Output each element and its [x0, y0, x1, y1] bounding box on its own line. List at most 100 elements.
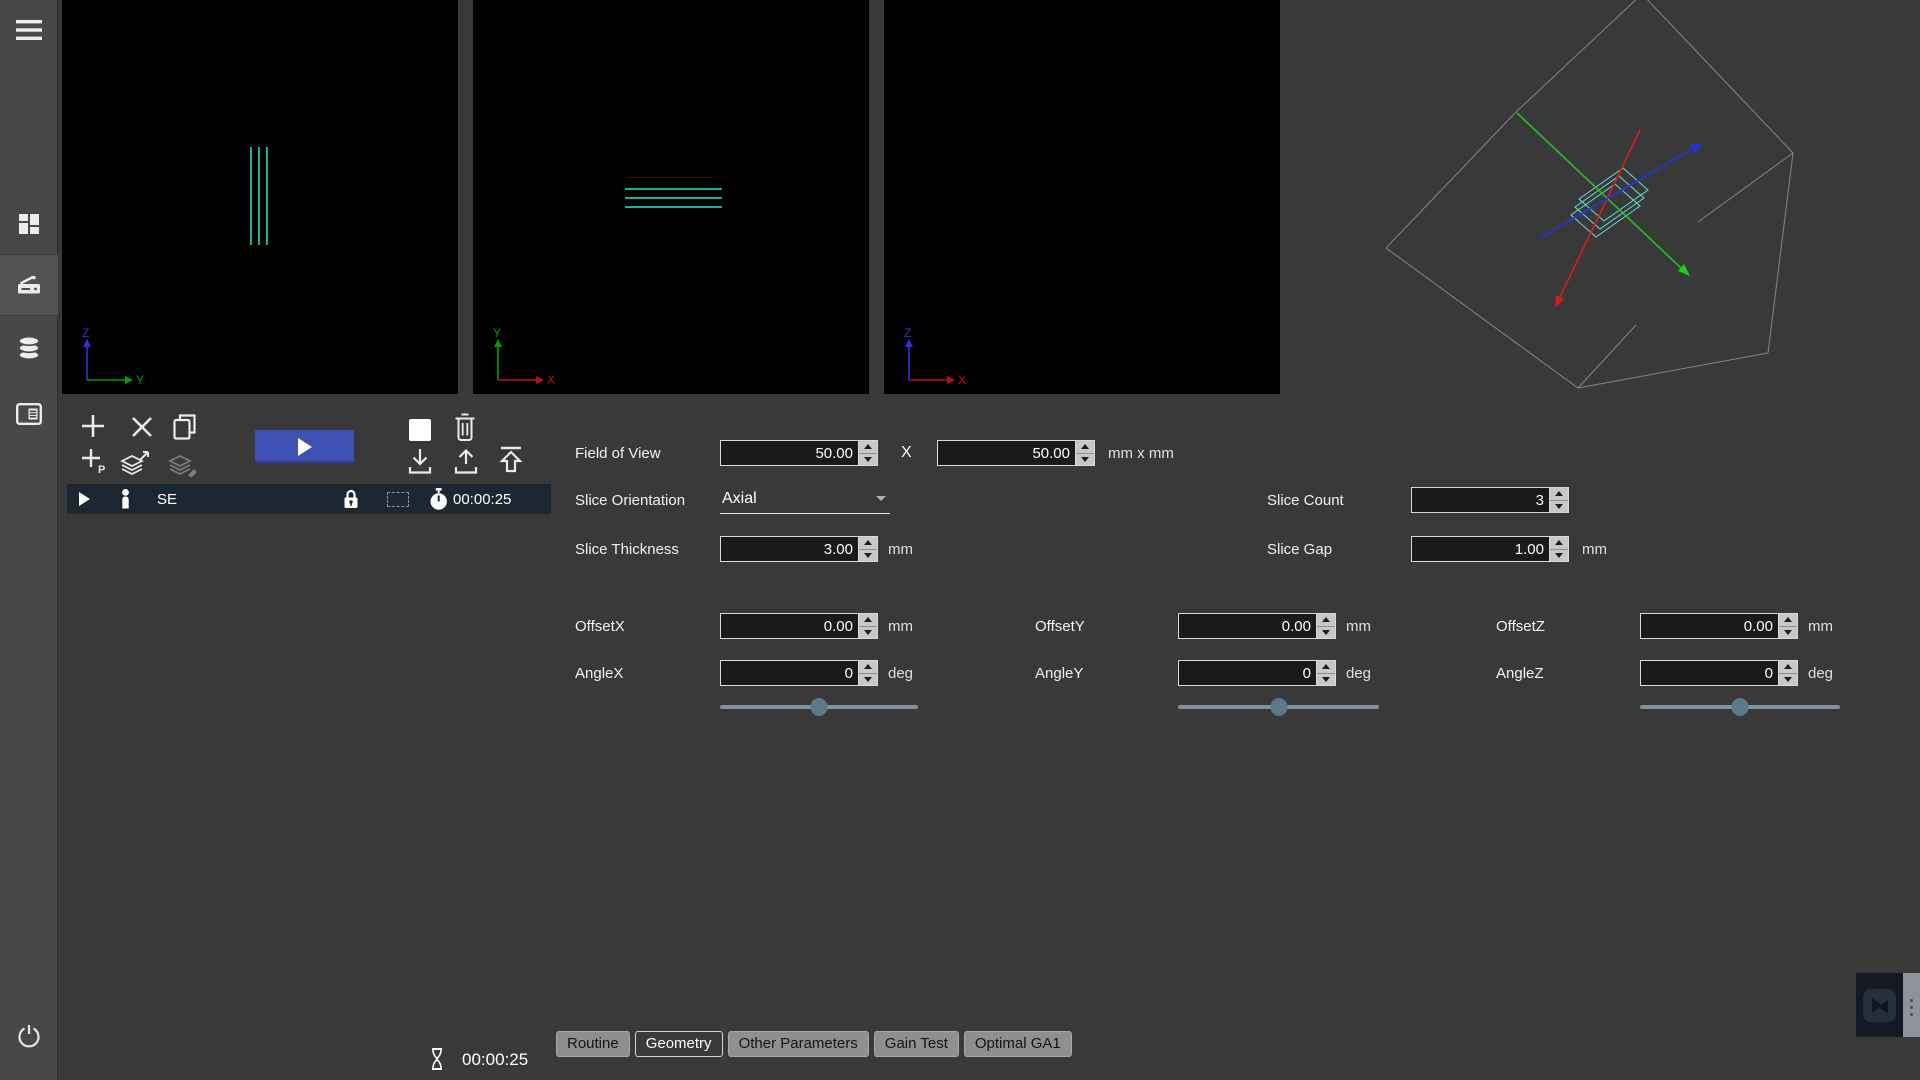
- power-button[interactable]: [0, 1008, 58, 1064]
- hamburger-menu-icon: [16, 19, 42, 41]
- slice-count-input[interactable]: [1411, 487, 1549, 513]
- viewport-coronal[interactable]: Y X: [473, 0, 869, 394]
- slice-line: [625, 206, 722, 208]
- slice-gap-label: Slice Gap: [1267, 541, 1332, 558]
- delete-button[interactable]: [452, 412, 478, 447]
- sidebar-item-exam-card[interactable]: [0, 386, 58, 442]
- slice-thickness-input[interactable]: [720, 536, 858, 562]
- slice-gap-field: [1411, 536, 1569, 562]
- angle-z-input[interactable]: [1640, 660, 1778, 686]
- upload-all-button[interactable]: [494, 444, 528, 482]
- export-layers-button[interactable]: [118, 449, 151, 482]
- tab-optimal-ga1[interactable]: Optimal GA1: [964, 1031, 1072, 1057]
- angle-y-unit: deg: [1346, 665, 1371, 682]
- tab-other-parameters[interactable]: Other Parameters: [728, 1031, 869, 1057]
- spin-down-button[interactable]: [1076, 453, 1094, 466]
- spin-down-button[interactable]: [859, 626, 877, 639]
- slice-gap-input[interactable]: [1411, 536, 1549, 562]
- fov-height-input[interactable]: [937, 440, 1075, 466]
- slider-thumb[interactable]: [1270, 698, 1287, 716]
- offset-x-input[interactable]: [720, 613, 858, 639]
- view-3d[interactable]: [1286, 0, 1920, 470]
- selection-region-toggle[interactable]: [387, 492, 409, 507]
- play-icon: [298, 438, 312, 456]
- spin-up-button[interactable]: [859, 614, 877, 626]
- layers-edit-disabled-icon: [166, 449, 199, 477]
- wireframe-cube: [1386, 0, 1793, 388]
- sidebar-item-scanner[interactable]: [0, 254, 58, 316]
- chevron-down-icon: [1555, 553, 1563, 558]
- copy-button[interactable]: [172, 413, 198, 446]
- angle-y-slider[interactable]: [1178, 698, 1379, 716]
- upload-button[interactable]: [453, 447, 479, 481]
- sequence-name: SE: [157, 491, 177, 508]
- menu-button[interactable]: [0, 10, 58, 50]
- offset-x-label: OffsetX: [575, 618, 625, 635]
- sequence-row[interactable]: SE 00:00:25: [67, 484, 551, 514]
- offset-z-input[interactable]: [1640, 613, 1778, 639]
- viewport-axial[interactable]: Z X: [884, 0, 1280, 394]
- spin-up-button[interactable]: [1317, 661, 1335, 673]
- spin-down-button[interactable]: [1550, 500, 1568, 513]
- remove-button[interactable]: [130, 415, 154, 444]
- slice-orientation-select[interactable]: Axial: [720, 486, 890, 514]
- spin-up-button[interactable]: [1550, 537, 1568, 549]
- scanner-icon: [17, 274, 41, 296]
- dropdown-caret-icon: [876, 496, 886, 501]
- lock-icon[interactable]: [342, 488, 360, 510]
- spin-up-button[interactable]: [859, 537, 877, 549]
- download-button[interactable]: [407, 447, 433, 481]
- overlay-logo-button[interactable]: [1863, 989, 1896, 1022]
- spin-up-button[interactable]: [1779, 614, 1797, 626]
- angle-z-slider[interactable]: [1640, 698, 1840, 716]
- sidebar-item-database[interactable]: [0, 320, 58, 376]
- spin-up-button[interactable]: [859, 441, 877, 453]
- fov-line: [627, 177, 713, 178]
- slice-thickness-spinner: [858, 536, 878, 562]
- seq-play-icon[interactable]: [79, 492, 91, 506]
- angle-y-input[interactable]: [1178, 660, 1316, 686]
- spin-down-button[interactable]: [1550, 549, 1568, 562]
- tab-geometry[interactable]: Geometry: [635, 1031, 723, 1057]
- spin-down-button[interactable]: [859, 549, 877, 562]
- add-button[interactable]: [80, 413, 106, 444]
- spin-up-button[interactable]: [1317, 614, 1335, 626]
- spin-up-button[interactable]: [1076, 441, 1094, 453]
- angle-x-slider[interactable]: [720, 698, 918, 716]
- slider-thumb[interactable]: [1732, 698, 1749, 716]
- svg-text:P: P: [98, 464, 105, 475]
- spin-down-button[interactable]: [1779, 626, 1797, 639]
- spin-up-button[interactable]: [1550, 488, 1568, 500]
- fov-width-input[interactable]: [720, 440, 858, 466]
- angle-x-input[interactable]: [720, 660, 858, 686]
- run-sequence-button[interactable]: [255, 430, 354, 463]
- offset-y-input[interactable]: [1178, 613, 1316, 639]
- dot-icon: [1910, 999, 1913, 1002]
- spin-up-button[interactable]: [1779, 661, 1797, 673]
- database-icon: [17, 335, 41, 361]
- spin-up-button[interactable]: [859, 661, 877, 673]
- sidebar-item-dashboard[interactable]: [0, 196, 58, 252]
- tab-gain-test[interactable]: Gain Test: [874, 1031, 959, 1057]
- slider-thumb[interactable]: [811, 698, 828, 716]
- offset-x-spinner: [858, 613, 878, 639]
- dot-icon: [1910, 1006, 1913, 1009]
- upload-all-icon: [494, 444, 528, 477]
- spin-down-button[interactable]: [1779, 673, 1797, 686]
- overlay-logo-icon: [1863, 989, 1896, 1022]
- application-window: Z Y Y X Z X: [0, 0, 1920, 1080]
- chevron-up-icon: [864, 664, 872, 669]
- tab-routine[interactable]: Routine: [556, 1031, 630, 1057]
- stop-button[interactable]: [409, 419, 431, 441]
- chevron-down-icon: [1322, 677, 1330, 682]
- sidebar: [0, 0, 58, 1080]
- overlay-more-button[interactable]: [1903, 973, 1920, 1037]
- elapsed-time: 00:00:25: [462, 1050, 528, 1070]
- viewport-sagittal[interactable]: Z Y: [62, 0, 458, 394]
- add-sub-step-button[interactable]: P: [80, 447, 108, 480]
- axis-indicator: Z X: [892, 326, 984, 390]
- spin-down-button[interactable]: [1317, 673, 1335, 686]
- spin-down-button[interactable]: [859, 673, 877, 686]
- spin-down-button[interactable]: [859, 453, 877, 466]
- spin-down-button[interactable]: [1317, 626, 1335, 639]
